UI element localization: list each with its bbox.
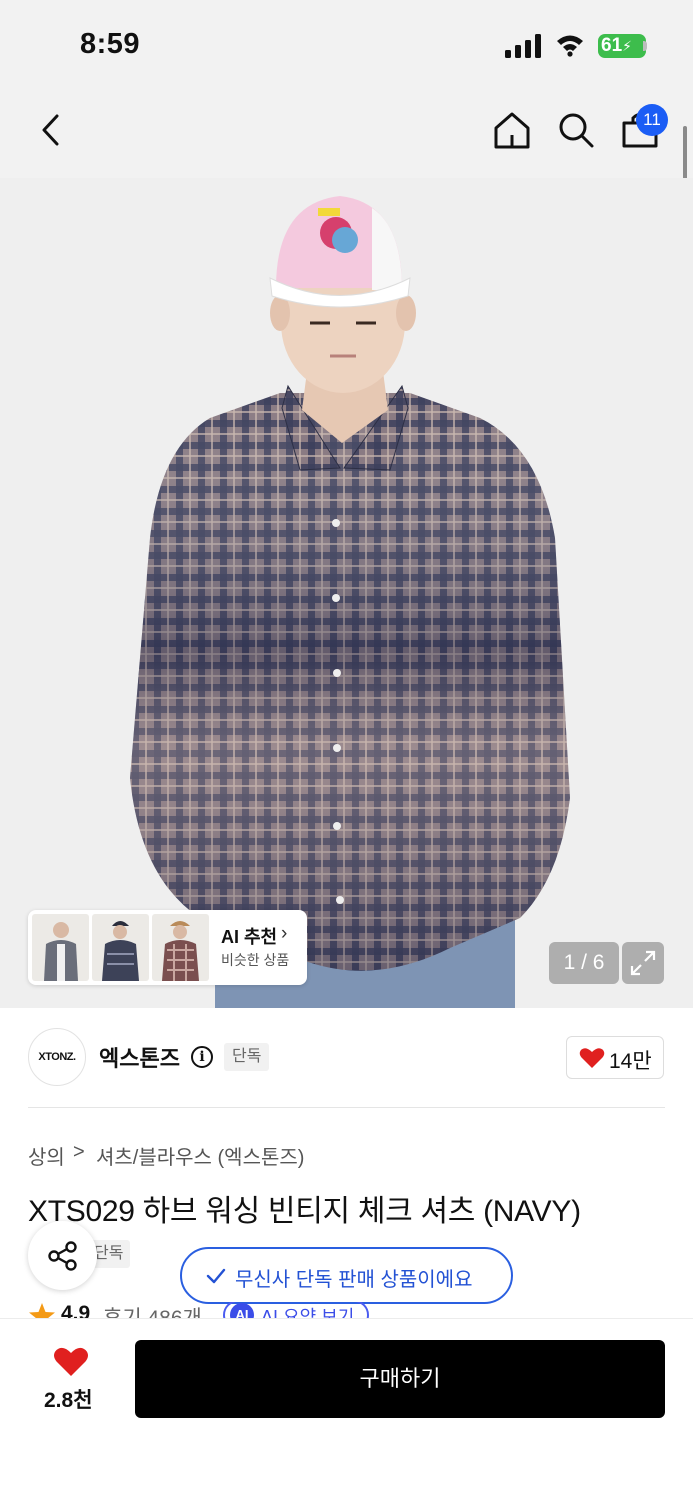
brand-exclusive-badge: 단독 <box>224 1043 270 1071</box>
heart-icon <box>579 1048 605 1068</box>
rating-row[interactable]: 4.9 후기 486개 AI AI 요약 보기 <box>28 1302 693 1318</box>
chevron-right-icon: › <box>281 923 288 944</box>
wishlist-heart-icon[interactable] <box>53 1346 89 1378</box>
status-time: 8:59 <box>80 28 141 60</box>
exclusive-notice-text: 무신사 단독 판매 상품이에요 <box>235 1269 473 1291</box>
review-count[interactable]: 후기 486개 <box>103 1302 202 1318</box>
recommend-thumbnail-2[interactable] <box>92 914 149 981</box>
image-page-indicator: 1 / 6 <box>549 942 619 984</box>
thumbnail-image <box>162 921 199 981</box>
product-title: XTS029 하브 워싱 빈티지 체크 셔츠 (NAVY) <box>28 1195 581 1228</box>
brand-name[interactable]: 엑스톤즈 <box>99 1041 180 1073</box>
cart-count-badge: 11 <box>636 104 668 136</box>
thumbnail-image <box>44 922 78 981</box>
share-icon <box>48 1241 77 1271</box>
battery-cap <box>643 41 647 51</box>
cellular-signal-icon <box>505 34 541 58</box>
charging-bolt-icon: ⚡ <box>622 38 632 54</box>
brand-logo[interactable]: XTONZ. <box>28 1028 86 1086</box>
info-icon[interactable]: i <box>191 1046 213 1068</box>
ai-summary-button[interactable]: AI AI 요약 보기 <box>223 1302 369 1318</box>
home-icon[interactable] <box>492 110 532 150</box>
ai-badge-icon: AI <box>230 1303 254 1318</box>
buy-button[interactable]: 구매하기 <box>135 1340 665 1418</box>
wifi-icon <box>557 35 583 57</box>
recommend-thumbnail-3[interactable] <box>152 914 209 981</box>
breadcrumb-separator: > <box>73 1141 85 1163</box>
wishlist-count: 2.8천 <box>44 1389 93 1412</box>
check-icon <box>206 1268 226 1284</box>
breadcrumb-subcategory[interactable]: 셔츠/블라우스 (엑스톤즈) <box>96 1141 304 1170</box>
expand-icon <box>630 950 656 976</box>
ai-recommend-title: AI 추천 <box>221 927 278 947</box>
ai-summary-label: AI 요약 보기 <box>261 1307 355 1318</box>
rating-value: 4.9 <box>61 1302 91 1318</box>
product-hero-image[interactable] <box>0 178 693 1008</box>
ai-recommend-subtitle: 비슷한 상품 <box>221 952 290 968</box>
share-button[interactable] <box>28 1221 97 1290</box>
thumbnail-image <box>102 921 139 981</box>
battery-indicator: 61⚡ <box>598 34 646 58</box>
battery-level: 61 <box>601 35 623 56</box>
search-icon[interactable] <box>556 110 596 150</box>
breadcrumb-category[interactable]: 상의 <box>28 1141 65 1170</box>
back-chevron-icon[interactable] <box>38 113 64 147</box>
model-photo <box>130 196 570 1008</box>
brand-like-count: 14만 <box>609 1050 652 1073</box>
recommend-thumbnail-1[interactable] <box>32 914 89 981</box>
expand-image-button[interactable] <box>622 942 664 984</box>
star-icon <box>29 1303 55 1318</box>
divider <box>28 1107 665 1108</box>
ai-recommend-card[interactable]: AI 추천 › 비슷한 상품 <box>28 910 307 985</box>
